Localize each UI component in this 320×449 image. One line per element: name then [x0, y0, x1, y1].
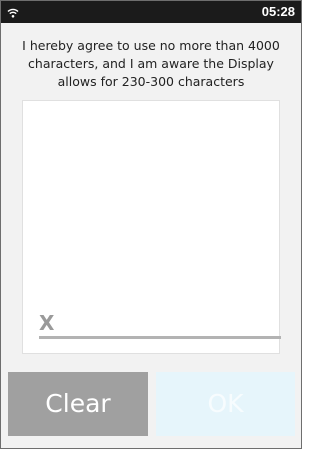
ok-button[interactable]: OK: [156, 372, 295, 436]
status-bar: 05:28: [1, 1, 301, 23]
prompt-line-2: characters, and I am aware the Display: [28, 56, 274, 71]
status-clock: 05:28: [261, 4, 295, 19]
prompt-line-1: I hereby agree to use no more than 4000: [22, 38, 280, 53]
prompt-line-3: allows for 230-300 characters: [57, 74, 245, 89]
device-screen: 05:28 I hereby agree to use no more than…: [0, 0, 302, 449]
clear-button[interactable]: Clear: [8, 372, 148, 436]
signature-x-mark: X: [39, 311, 55, 335]
signature-pad[interactable]: X: [22, 100, 281, 354]
wifi-icon: [7, 6, 19, 18]
agreement-prompt: I hereby agree to use no more than 4000 …: [5, 37, 297, 91]
signature-line: [39, 336, 281, 339]
